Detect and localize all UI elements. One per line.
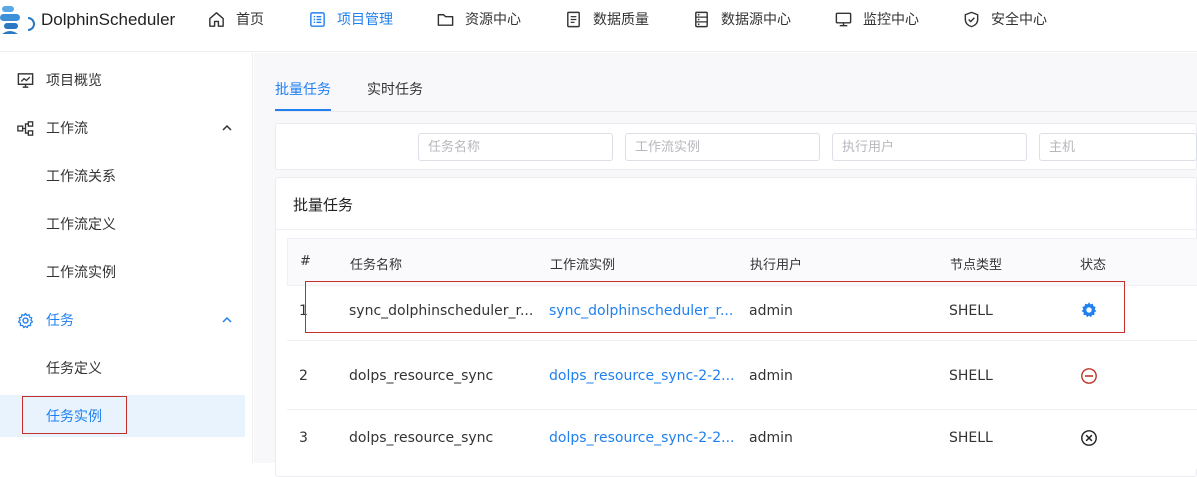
table-row[interactable]: 3 dolps_resource_sync dolps_resource_syn…: [287, 409, 1197, 469]
workflow-icon: [17, 120, 34, 136]
chevron-up-icon: [222, 316, 232, 323]
row-index: 3: [299, 430, 308, 446]
workflow-instance-link[interactable]: dolps_resource_sync-2-2...: [549, 430, 735, 446]
monitor-icon: [835, 12, 852, 26]
tab-stream-task[interactable]: 实时任务: [367, 79, 423, 105]
document-icon: [567, 11, 580, 27]
sidebar-item-workflow-relation[interactable]: 工作流关系: [0, 155, 245, 197]
nav-resource[interactable]: 资源中心: [436, 8, 521, 30]
sidebar-item-project-overview[interactable]: 项目概览: [0, 59, 245, 101]
sidebar: 项目概览 工作流 工作流关系 工作流定义 工作流实例 任务 任务定义 任务实例: [0, 53, 253, 463]
table-header: # 任务名称 工作流实例 执行用户 节点类型 状态: [287, 238, 1197, 285]
workflow-instance-input[interactable]: [625, 133, 820, 161]
workflow-instance-link[interactable]: sync_dolphinscheduler_r...: [549, 303, 733, 319]
nav-home[interactable]: 首页: [207, 8, 264, 30]
dolphin-logo-icon: [0, 6, 35, 34]
column-header-node-type: 节点类型: [950, 258, 1003, 273]
project-icon: [310, 11, 325, 27]
task-name-cell: dolps_resource_sync: [349, 368, 494, 384]
node-type-cell: SHELL: [949, 368, 993, 384]
executor-input[interactable]: [832, 133, 1027, 161]
task-type-tabs: 批量任务 实时任务: [275, 79, 423, 111]
host-input[interactable]: [1039, 133, 1197, 161]
failed-circle-icon: [1081, 430, 1097, 446]
sidebar-item-workflow-instance[interactable]: 工作流实例: [0, 251, 245, 293]
folder-icon: [437, 13, 454, 26]
column-header-index: #: [300, 254, 311, 269]
task-name-input[interactable]: [418, 133, 613, 161]
filter-bar: [275, 123, 1197, 170]
node-type-cell: SHELL: [949, 303, 993, 319]
task-list-card: 批量任务 # 任务名称 工作流实例 执行用户 节点类型 状态 1 sync_do…: [275, 177, 1197, 477]
column-header-state: 状态: [1080, 258, 1107, 273]
home-icon: [209, 11, 224, 27]
executor-cell: admin: [749, 303, 793, 319]
table-row[interactable]: 1 sync_dolphinscheduler_r... sync_dolphi…: [287, 285, 1197, 340]
executor-cell: admin: [749, 368, 793, 384]
list-title: 批量任务: [293, 196, 354, 214]
row-index: 2: [299, 368, 308, 384]
chevron-up-icon: [222, 124, 232, 131]
tab-batch-task[interactable]: 批量任务: [275, 79, 331, 111]
executor-cell: admin: [749, 430, 793, 446]
sidebar-item-task-definition[interactable]: 任务定义: [0, 347, 245, 389]
task-name-cell: sync_dolphinscheduler_r...: [349, 303, 534, 319]
nav-project[interactable]: 项目管理: [308, 8, 393, 30]
column-header-workflow-instance: 工作流实例: [550, 258, 616, 273]
nav-monitor[interactable]: 监控中心: [834, 8, 919, 30]
table-row[interactable]: 2 dolps_resource_sync dolps_resource_syn…: [287, 340, 1197, 409]
column-header-task-name: 任务名称: [350, 258, 403, 273]
sidebar-item-workflow-definition[interactable]: 工作流定义: [0, 203, 245, 245]
sidebar-item-task-instance[interactable]: 任务实例: [0, 395, 245, 437]
gear-icon: [17, 312, 34, 328]
database-icon: [695, 11, 708, 27]
tabs-divider: [275, 111, 1197, 112]
stop-circle-icon: [1081, 368, 1097, 384]
shield-icon: [964, 11, 979, 27]
list-divider: [276, 229, 1196, 230]
column-header-executor: 执行用户: [750, 258, 803, 273]
sidebar-group-workflow[interactable]: 工作流: [0, 107, 245, 149]
nav-datasource[interactable]: 数据源中心: [692, 8, 791, 30]
nav-security[interactable]: 安全中心: [962, 8, 1047, 30]
running-gear-icon: [1081, 302, 1097, 318]
sidebar-group-task[interactable]: 任务: [0, 299, 245, 341]
overview-icon: [17, 72, 34, 88]
task-name-cell: dolps_resource_sync: [349, 430, 494, 446]
app-name: DolphinScheduler: [41, 10, 176, 29]
main-content: 批量任务 实时任务 批量任务 # 任务名称 工作流实例 执行用户 节点类型 状态…: [254, 53, 1197, 477]
row-index: 1: [299, 303, 308, 319]
workflow-instance-link[interactable]: dolps_resource_sync-2-2...: [549, 368, 735, 384]
nav-data-quality[interactable]: 数据质量: [564, 8, 649, 30]
node-type-cell: SHELL: [949, 430, 993, 446]
top-navbar: DolphinScheduler 首页 项目管理 资源中心 数据质量 数据源中心…: [0, 0, 1197, 52]
